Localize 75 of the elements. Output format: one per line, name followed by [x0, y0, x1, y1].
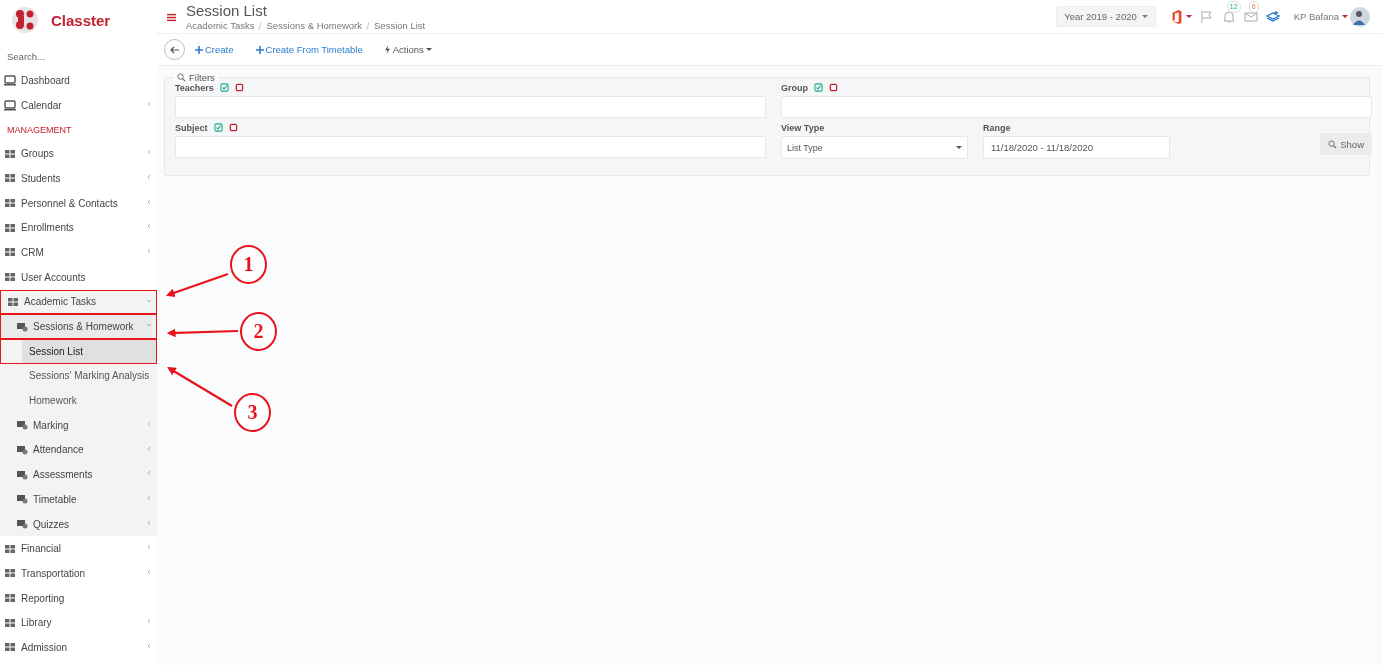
sidebar-item[interactable]: Academic Tasks — [0, 289, 157, 315]
show-button[interactable]: Show — [1320, 133, 1372, 155]
back-button[interactable] — [164, 39, 185, 60]
search-field[interactable]: Search... — [7, 46, 147, 66]
field-label: Range — [983, 122, 1011, 133]
sidebar-item[interactable]: Admission — [0, 635, 157, 660]
plus-icon — [195, 45, 203, 54]
breadcrumb-separator-icon — [365, 20, 372, 31]
menu-icon[interactable] — [167, 13, 176, 22]
callout-number: 1 — [230, 245, 267, 284]
sidebar-item[interactable]: User Accounts — [0, 264, 157, 290]
clear-all-icon[interactable] — [228, 123, 238, 132]
sidebar-item[interactable]: Library — [0, 610, 157, 636]
sidebar-item[interactable]: Calendar — [0, 92, 157, 118]
breadcrumb-item[interactable]: Academic Tasks — [186, 20, 255, 31]
brand-name: Classter — [51, 11, 111, 29]
clear-all-icon[interactable] — [234, 83, 244, 92]
avatar-icon[interactable] — [1350, 6, 1370, 27]
actions-menu[interactable]: Actions — [384, 44, 432, 55]
layers-icon[interactable] — [1265, 9, 1280, 24]
sidebar-item[interactable]: Sessions' Marking Analysis — [0, 363, 157, 389]
back-arrow-icon — [169, 44, 180, 55]
caret-icon — [1141, 14, 1148, 19]
sidebar-item[interactable]: Personnel & Contacts — [0, 190, 157, 216]
breadcrumb-item: Session List — [374, 20, 426, 31]
sidebar-item[interactable]: Groups — [0, 141, 157, 167]
input-field[interactable] — [781, 96, 1372, 118]
clear-all-icon[interactable] — [829, 83, 838, 92]
breadcrumb-item[interactable]: Sessions & Homework — [266, 20, 363, 31]
view-type-dropdown[interactable]: List Type — [781, 136, 968, 159]
select-all-icon[interactable] — [219, 83, 229, 92]
sidebar-item[interactable]: Homework — [0, 388, 157, 413]
plus-icon — [255, 45, 264, 54]
toolbar-button[interactable]: Create — [195, 44, 234, 55]
bell-icon[interactable] — [1221, 9, 1236, 24]
sidebar-item[interactable]: Enrollments — [0, 215, 157, 241]
callout-number: 3 — [234, 393, 271, 432]
sidebar-item[interactable]: Assessments — [0, 462, 157, 487]
logo-icon — [11, 6, 39, 34]
laptop-icon — [4, 74, 16, 87]
field-label: Teachers — [175, 82, 214, 93]
filters-title: Filters — [189, 72, 215, 83]
sidebar-item[interactable]: Quizzes — [0, 511, 157, 537]
flag-icon[interactable] — [1199, 9, 1214, 24]
field-label: Subject — [175, 122, 208, 133]
caret-icon — [956, 145, 962, 150]
search-icon — [177, 73, 186, 82]
sidebar-item[interactable]: Attendance — [0, 437, 157, 463]
search-icon — [1328, 139, 1338, 149]
sidebar-item[interactable]: Marking — [0, 412, 157, 438]
breadcrumb-separator-icon — [257, 20, 264, 31]
sidebar-item[interactable]: Students — [0, 166, 157, 191]
sidebar-item[interactable]: Reporting — [0, 585, 157, 611]
sidebar-item[interactable]: Financial — [0, 536, 157, 562]
user-menu[interactable]: KP Bafana — [1293, 11, 1348, 22]
caret-icon — [425, 47, 432, 52]
page-title: Session List — [186, 2, 268, 20]
callout-number: 2 — [240, 312, 277, 351]
sidebar-item[interactable]: Transportation — [0, 561, 157, 586]
field-label: View Type — [781, 122, 825, 133]
select-all-icon[interactable] — [814, 83, 823, 92]
sidebar-item[interactable]: CRM — [0, 240, 157, 265]
caret-icon — [1342, 14, 1348, 19]
year-dropdown[interactable]: Year 2019 - 2020 — [1056, 6, 1156, 27]
toolbar-button[interactable]: Create From Timetable — [255, 44, 363, 55]
section-title: MANAGEMENT — [6, 124, 73, 138]
sidebar-item[interactable]: Timetable — [0, 487, 157, 512]
select-all-icon[interactable] — [213, 123, 223, 132]
caret-icon — [1185, 14, 1192, 19]
lightning-icon — [384, 45, 390, 54]
grid-icon — [7, 295, 19, 308]
sidebar-item[interactable]: Dashboard — [0, 68, 157, 93]
field-label: Group — [781, 82, 808, 93]
envelope-icon[interactable] — [1243, 9, 1258, 24]
date-range-field[interactable]: 11/18/2020 - 11/18/2020 — [983, 136, 1170, 159]
